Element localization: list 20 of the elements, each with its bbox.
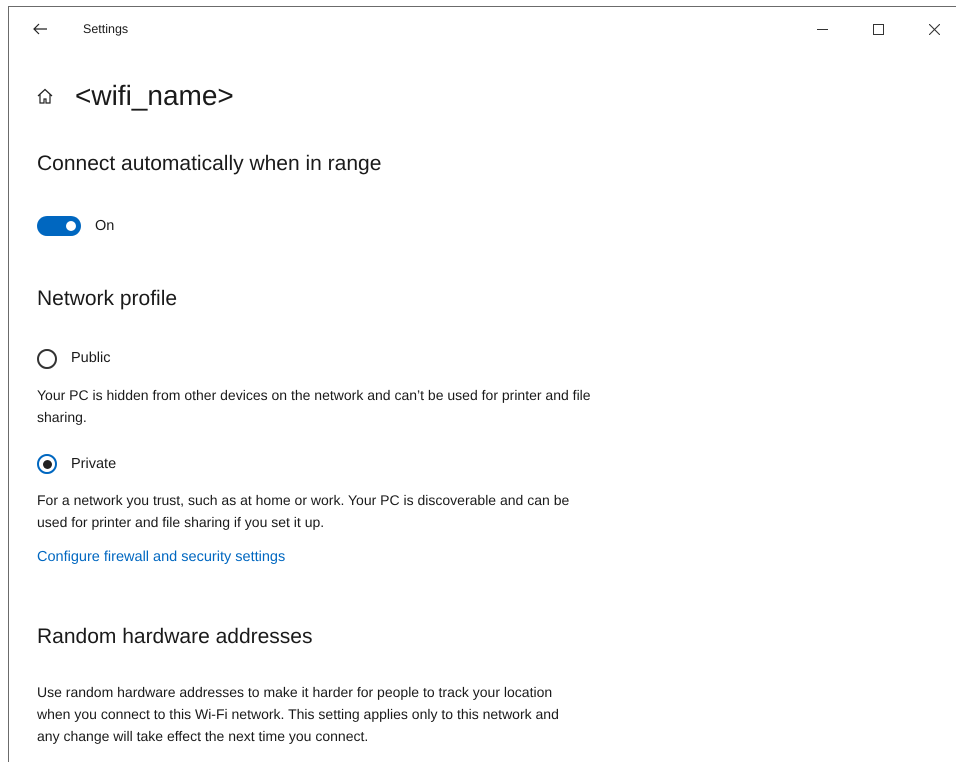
toggle-switch[interactable]	[37, 216, 81, 236]
maximize-icon	[872, 24, 884, 34]
radio-label: Public	[71, 348, 110, 368]
radio-button[interactable]	[37, 454, 57, 474]
section-heading: Connect automatically when in range	[37, 151, 382, 177]
page-title: <wifi_name>	[75, 79, 234, 113]
home-icon[interactable]	[37, 88, 53, 104]
firewall-settings-link[interactable]: Configure firewall and security settings	[37, 547, 286, 569]
option-description: For a network you trust, such as at home or work. Your PC is discoverable and can be used for printer and file sharing if you set it up.	[37, 491, 570, 532]
option-description: Your PC is hidden from other devices on the network and can’t be used for printer and file sharing.	[37, 386, 592, 427]
toggle-label: On	[95, 216, 114, 236]
back-arrow-icon	[33, 23, 47, 35]
radio-button[interactable]	[37, 348, 57, 369]
window-title: Settings	[83, 20, 128, 38]
minimize-icon	[816, 28, 828, 30]
section-description: Use random hardware addresses to make it harder for people to track your location when you connect to this Wi-Fi network. This setting applies only to this network and any change will take effect the next time you connect.	[37, 682, 560, 746]
close-icon	[928, 24, 940, 34]
radio-label: Private	[71, 454, 116, 474]
section-heading: Random hardware addresses	[37, 624, 314, 650]
section-heading: Network profile	[37, 286, 178, 312]
